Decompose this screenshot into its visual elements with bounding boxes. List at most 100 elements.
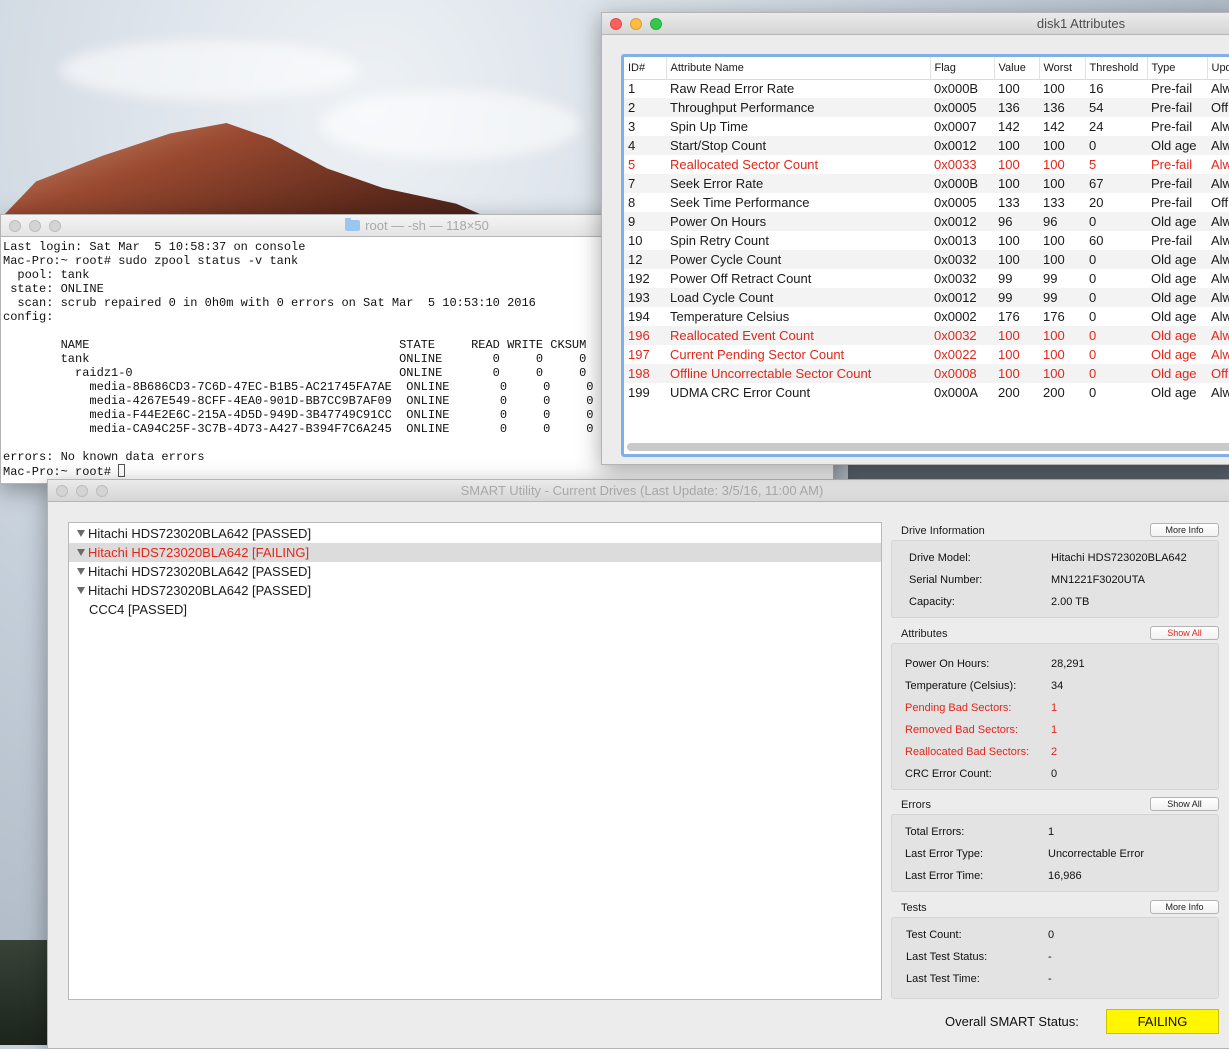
cell-flag: 0x0002 bbox=[934, 309, 977, 324]
stat-label: Test Count: bbox=[906, 929, 962, 941]
cell-value: 100 bbox=[998, 347, 1020, 362]
cell-id: 199 bbox=[628, 385, 650, 400]
drive-list-item[interactable]: Hitachi HDS723020BLA642 [PASSED] bbox=[69, 562, 881, 581]
cell-upd: Alw bbox=[1211, 271, 1229, 286]
errors-heading: Errors bbox=[901, 799, 931, 811]
drive-more-info-button[interactable]: More Info bbox=[1150, 523, 1219, 537]
cell-upd: Off bbox=[1207, 98, 1229, 117]
cell-id: 5 bbox=[628, 157, 636, 172]
table-row[interactable]: 2 Throughput Performance 0x0005 136 136 54 Pre… bbox=[624, 98, 1229, 117]
minimize-button[interactable] bbox=[630, 18, 642, 30]
cell-value: 99 bbox=[998, 271, 1013, 286]
errors-box: Total Errors: 1 Last Error Type: Uncorrecta… bbox=[891, 814, 1219, 892]
table-row[interactable]: 10 Spin Retry Count 0x0013 100 100 60 Pre-fail… bbox=[624, 231, 1229, 250]
drive-list-item[interactable]: Hitachi HDS723020BLA642 [PASSED] bbox=[69, 524, 881, 543]
drive-list-item[interactable]: Hitachi HDS723020BLA642 [PASSED] bbox=[69, 581, 881, 600]
cell-threshold: 0 bbox=[1085, 136, 1147, 155]
terminal-line: media-F44E2E6C-215A-4D5D-949D-3B47749C91… bbox=[3, 408, 594, 422]
cell-type: Old age bbox=[1151, 271, 1197, 286]
close-button[interactable] bbox=[610, 18, 622, 30]
cell-threshold: 60 bbox=[1089, 233, 1104, 248]
column-header[interactable]: Type bbox=[1147, 57, 1208, 80]
column-header[interactable]: Threshold bbox=[1085, 57, 1148, 80]
cell-name: Power Off Retract Count bbox=[670, 271, 812, 286]
table-row[interactable]: 196 Reallocated Event Count 0x0032 100 100 0 O… bbox=[624, 326, 1229, 345]
table-row[interactable]: 5 Reallocated Sector Count 0x0033 100 100 5 Pr… bbox=[624, 155, 1229, 174]
desktop-forest bbox=[0, 940, 50, 1045]
zoom-button[interactable] bbox=[96, 485, 108, 497]
cell-name: Power Cycle Count bbox=[666, 250, 930, 269]
close-button[interactable] bbox=[56, 485, 68, 497]
errors-show-all-button[interactable]: Show All bbox=[1150, 797, 1219, 811]
cell-value: 142 bbox=[998, 119, 1020, 134]
minimize-button[interactable] bbox=[29, 220, 41, 232]
table-row[interactable]: 9Power On Hours0x001296960Old ageAlw bbox=[624, 212, 1229, 231]
table-row[interactable]: 7 Seek Error Rate 0x000B 100 100 67 Pre-fail Al… bbox=[624, 174, 1229, 193]
close-button[interactable] bbox=[9, 220, 21, 232]
stat-value: 2 bbox=[1051, 746, 1058, 758]
column-header[interactable]: Worst bbox=[1039, 57, 1086, 80]
disclosure-triangle-icon[interactable] bbox=[77, 530, 85, 537]
zoom-button[interactable] bbox=[49, 220, 61, 232]
cell-id: 192 bbox=[628, 271, 650, 286]
stat-label: Last Test Status: bbox=[906, 951, 988, 963]
cloud bbox=[60, 40, 360, 100]
table-row[interactable]: 1 Raw Read Error Rate 0x000B 100 100 16 Pre-fa… bbox=[624, 79, 1229, 98]
cell-type: Pre-fail bbox=[1151, 195, 1193, 210]
terminal-cursor[interactable] bbox=[118, 464, 126, 477]
overall-smart-status-label: Overall SMART Status: bbox=[945, 1014, 1079, 1029]
cell-name: Current Pending Sector Count bbox=[670, 347, 845, 362]
cell-value: 133 bbox=[998, 195, 1020, 210]
table-row[interactable]: 197 Current Pending Sector Count 0x0022 100… bbox=[624, 345, 1229, 364]
cell-flag: 0x0033 bbox=[934, 157, 977, 172]
table-row[interactable]: 8 Seek Time Performance 0x0005 133 133 20 Pre-… bbox=[624, 193, 1229, 212]
cell-worst: 100 bbox=[1043, 157, 1065, 172]
cell-type: Pre-fail bbox=[1147, 98, 1207, 117]
drive-list-item[interactable]: CCC4 [PASSED] bbox=[69, 600, 881, 619]
terminal-line: state: ONLINE bbox=[3, 282, 104, 296]
cell-threshold: 0 bbox=[1089, 309, 1097, 324]
minimize-button[interactable] bbox=[76, 485, 88, 497]
cell-name: UDMA CRC Error Count bbox=[670, 385, 811, 400]
smart-utility-window[interactable]: SMART Utility - Current Drives (Last Upd… bbox=[47, 479, 1229, 1049]
table-row[interactable]: 198 Offline Uncorrectable Sector Count 0x0… bbox=[624, 364, 1229, 383]
disclosure-triangle-icon[interactable] bbox=[77, 549, 85, 556]
attributes-show-all-button[interactable]: Show All bbox=[1150, 626, 1219, 640]
table-row[interactable]: 12 Power Cycle Count 0x0032 100 100 0 Old age A… bbox=[624, 250, 1229, 269]
cell-id: 8 bbox=[628, 195, 636, 210]
table-row[interactable]: 3 Spin Up Time 0x0007 142 142 24 Pre-fail Alw bbox=[624, 117, 1229, 136]
column-header[interactable]: Upd bbox=[1207, 57, 1229, 80]
drive-list-item[interactable]: Hitachi HDS723020BLA642 [FAILING] bbox=[69, 543, 881, 562]
zoom-button[interactable] bbox=[650, 18, 662, 30]
terminal-line: pool: tank bbox=[3, 268, 90, 282]
attributes-table-panel[interactable]: ID# Attribute Name Flag Value Worst Threshold… bbox=[621, 54, 1229, 457]
tests-more-info-button[interactable]: More Info bbox=[1150, 900, 1219, 914]
cell-name: Temperature Celsius bbox=[670, 309, 790, 324]
smart-titlebar[interactable]: SMART Utility - Current Drives (Last Upd… bbox=[48, 480, 1229, 502]
column-header[interactable]: ID# bbox=[624, 57, 667, 80]
cell-name: Power On Hours bbox=[666, 212, 930, 231]
disclosure-triangle-icon[interactable] bbox=[77, 568, 85, 575]
stat-value: 1 bbox=[1051, 724, 1058, 736]
cell-worst: 100 bbox=[1043, 81, 1065, 97]
attributes-titlebar[interactable]: disk1 Attributes bbox=[602, 13, 1229, 35]
smart-window-title: SMART Utility - Current Drives (Last Upd… bbox=[460, 483, 824, 498]
table-row[interactable]: 192 Power Off Retract Count 0x0032 99 99 0 Old… bbox=[624, 269, 1229, 288]
table-row[interactable]: 199 UDMA CRC Error Count 0x000A 200 200 0 Old … bbox=[624, 383, 1229, 402]
stat-label: Removed Bad Sectors: bbox=[905, 724, 1019, 736]
cell-threshold: 0 bbox=[1089, 385, 1097, 400]
table-row[interactable]: 4Start/Stop Count0x00121001000Old ageAlw bbox=[624, 136, 1229, 155]
stat-label: Reallocated Bad Sectors: bbox=[905, 746, 1030, 758]
disclosure-triangle-icon[interactable] bbox=[77, 587, 85, 594]
column-header[interactable]: Value bbox=[994, 57, 1040, 80]
drive-model-value: Hitachi HDS723020BLA642 bbox=[1051, 552, 1187, 564]
attributes-window[interactable]: disk1 Attributes ID# Attribute Name Flag Va… bbox=[601, 12, 1229, 465]
cell-upd: Alw bbox=[1207, 174, 1229, 193]
table-row[interactable]: 194 Temperature Celsius 0x0002 176 176 0 Old a… bbox=[624, 307, 1229, 326]
horizontal-scrollbar[interactable] bbox=[627, 443, 1229, 451]
column-header[interactable]: Attribute Name bbox=[666, 57, 931, 80]
column-header[interactable]: Flag bbox=[930, 57, 995, 80]
drive-list[interactable]: Hitachi HDS723020BLA642 [PASSED] Hitachi … bbox=[68, 522, 882, 1000]
table-row[interactable]: 193Load Cycle Count0x001299990Old ageAlw bbox=[624, 288, 1229, 307]
stat-label: Last Error Time: bbox=[905, 870, 984, 882]
